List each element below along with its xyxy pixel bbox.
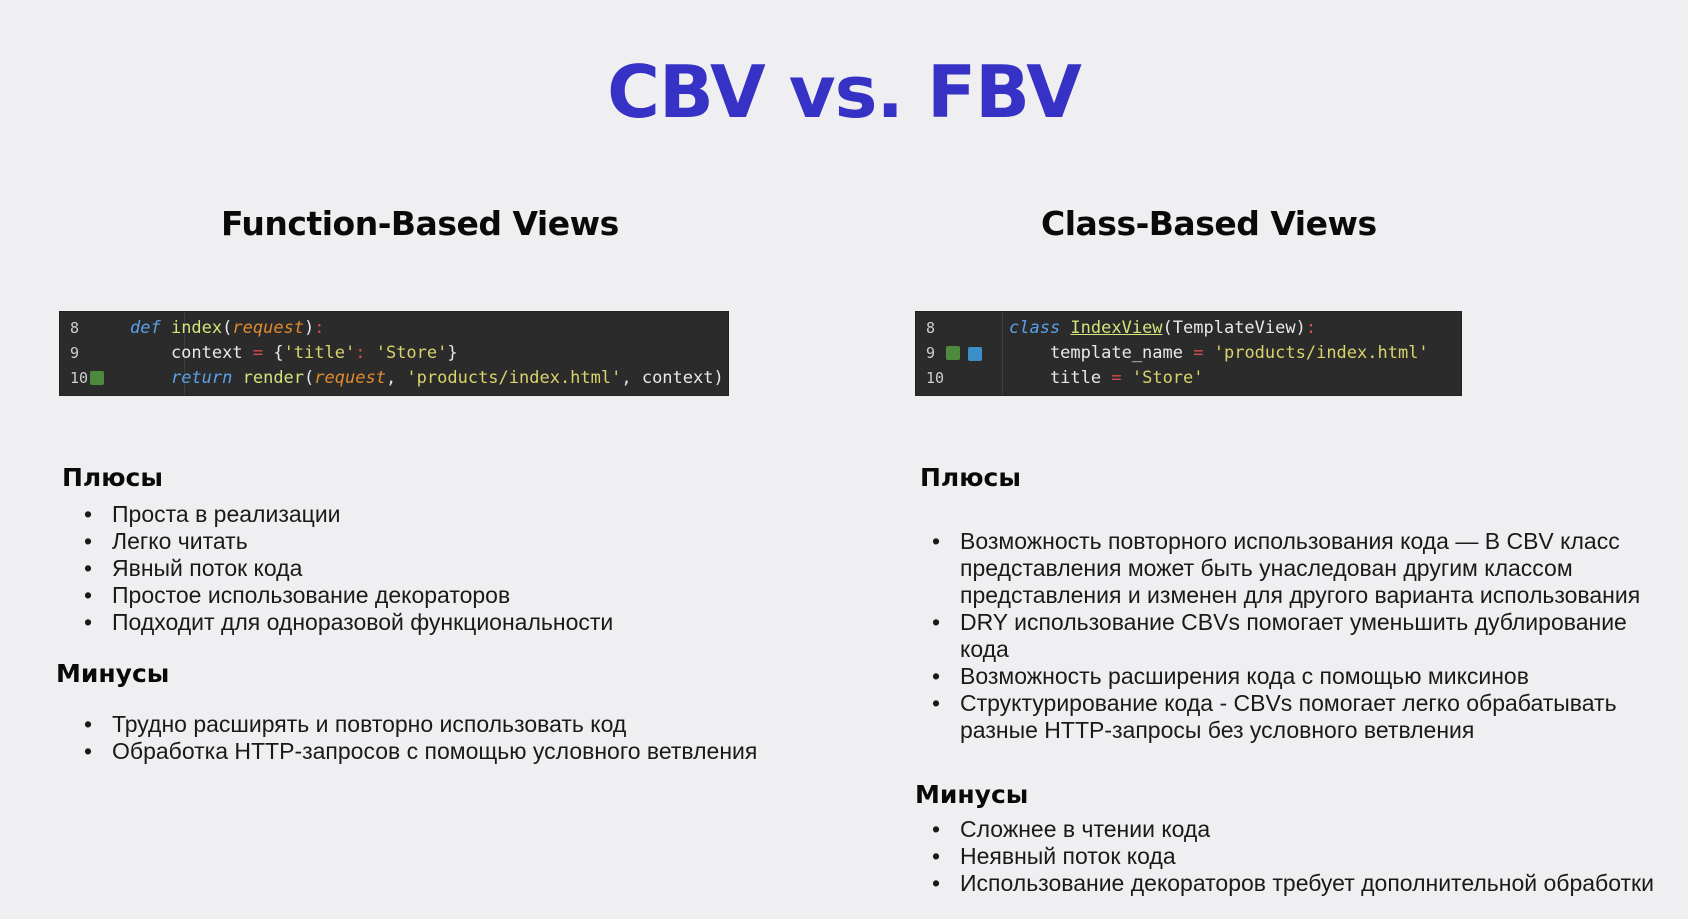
code-token: index xyxy=(170,318,223,338)
code-line: 8 def index(request): xyxy=(60,316,728,341)
list-item: Структурирование кода - CBVs помогает ле… xyxy=(932,690,1672,744)
code-text: return render(request, 'products/index.h… xyxy=(130,366,724,391)
list-item: Неявный поток кода xyxy=(932,843,1682,870)
list-item: Обработка HTTP-запросов с помощью условн… xyxy=(84,738,804,765)
code-token: def xyxy=(130,318,171,338)
code-token: template_name xyxy=(1009,343,1194,363)
code-text: context = {'title': 'Store'} xyxy=(130,341,458,366)
code-token: title xyxy=(1009,368,1112,388)
code-token: : xyxy=(1305,318,1317,338)
line-number: 9 xyxy=(70,344,80,362)
list-item: Возможность повторного использования код… xyxy=(932,528,1672,609)
code-line: 10 return render(request, 'products/inde… xyxy=(60,366,728,391)
code-text: def index(request): xyxy=(130,316,325,341)
fbv-cons-list: Трудно расширять и повторно использовать… xyxy=(84,711,804,765)
list-item: Трудно расширять и повторно использовать… xyxy=(84,711,804,738)
list-item: Использование декораторов требует дополн… xyxy=(932,870,1682,897)
code-line: 9 context = {'title': 'Store'} xyxy=(60,341,728,366)
override-gutter-icon xyxy=(968,347,982,361)
fbv-pros-heading: Плюсы xyxy=(62,463,163,492)
cbv-code-snippet: 8 class IndexView(TemplateView): 9 templat… xyxy=(915,311,1462,396)
run-gutter-icon xyxy=(946,346,960,360)
cbv-cons-list: Сложнее в чтении кодаНеявный поток кодаИ… xyxy=(932,816,1682,897)
code-text: template_name = 'products/index.html' xyxy=(1009,341,1429,366)
code-token: ( xyxy=(304,368,315,388)
list-item: Возможность расширения кода с помощью ми… xyxy=(932,663,1672,690)
list-item: Подходит для одноразовой функциональност… xyxy=(84,609,784,636)
code-token: = xyxy=(252,343,264,363)
code-line: 9 template_name = 'products/index.html' xyxy=(916,341,1461,366)
code-line: 10 title = 'Store' xyxy=(916,366,1461,391)
list-item: Сложнее в чтении кода xyxy=(932,816,1682,843)
code-token: { xyxy=(263,343,284,363)
cbv-cons-heading: Минусы xyxy=(915,780,1029,809)
code-token: request xyxy=(314,368,386,388)
run-gutter-icon xyxy=(90,371,104,385)
code-text: class IndexView(TemplateView): xyxy=(1009,316,1316,341)
code-token: : xyxy=(355,343,366,363)
code-token: 'products/index.html' xyxy=(1213,343,1429,363)
code-token: 'title' xyxy=(283,343,356,363)
code-token: 'Store' xyxy=(1131,368,1204,388)
code-token: , xyxy=(385,368,407,388)
code-token: (TemplateView) xyxy=(1162,318,1306,338)
code-token: render xyxy=(242,368,305,388)
code-token: 'products/index.html' xyxy=(406,368,622,388)
code-token: ( xyxy=(222,318,233,338)
slide-title: CBV vs. FBV xyxy=(607,50,1082,134)
cbv-pros-list: Возможность повторного использования код… xyxy=(932,528,1672,744)
fbv-code-snippet: 8 def index(request): 9 context = {'title'… xyxy=(59,311,729,396)
code-line: 8 class IndexView(TemplateView): xyxy=(916,316,1461,341)
code-token: request xyxy=(232,318,305,338)
list-item: Простое использование декораторов xyxy=(84,582,784,609)
list-item: Проста в реализации xyxy=(84,501,784,528)
cbv-pros-heading: Плюсы xyxy=(920,463,1021,492)
cbv-heading: Class-Based Views xyxy=(1041,204,1377,243)
list-item: Легко читать xyxy=(84,528,784,555)
line-number: 8 xyxy=(70,319,80,337)
code-token: } xyxy=(447,343,458,363)
code-token: 'Store' xyxy=(375,343,448,363)
fbv-pros-list: Проста в реализацииЛегко читатьЯвный пот… xyxy=(84,501,784,636)
code-token: class xyxy=(1009,318,1071,338)
code-token: = xyxy=(1111,368,1122,388)
code-text: title = 'Store' xyxy=(1009,366,1204,391)
fbv-heading: Function-Based Views xyxy=(221,204,619,243)
line-number: 10 xyxy=(926,369,945,387)
code-token: : xyxy=(314,318,325,338)
list-item: Явный поток кода xyxy=(84,555,784,582)
code-token: , context) xyxy=(621,368,724,388)
list-item: DRY использование CBVs помогает уменьшит… xyxy=(932,609,1672,663)
code-token: IndexView xyxy=(1070,318,1163,338)
fbv-cons-heading: Минусы xyxy=(56,659,170,688)
code-token: = xyxy=(1193,343,1204,363)
code-token: ) xyxy=(304,318,315,338)
line-number: 8 xyxy=(926,319,936,337)
code-token: return xyxy=(170,368,243,388)
code-token: context xyxy=(130,343,253,363)
